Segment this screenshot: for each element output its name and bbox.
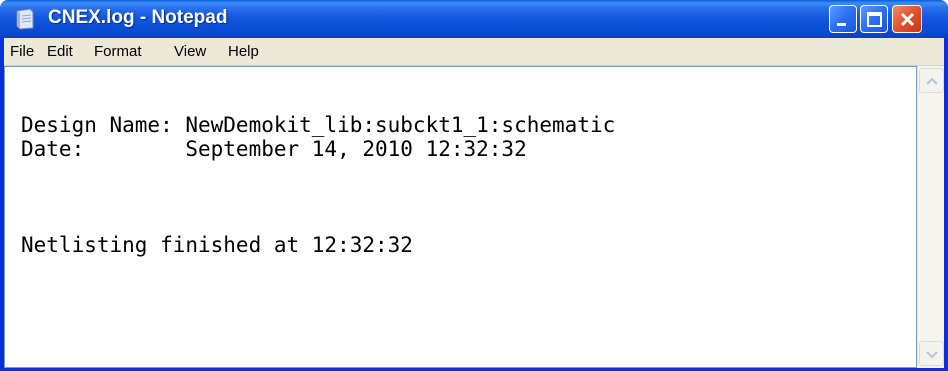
title-bar[interactable]: CNEX.log - Notepad (0, 0, 948, 38)
notepad-window: CNEX.log - Notepad File Edit Format View… (0, 0, 948, 371)
window-title: CNEX.log - Notepad (48, 7, 228, 28)
menu-format[interactable]: Format (94, 43, 142, 60)
close-button[interactable] (892, 5, 922, 33)
scroll-up-button[interactable] (919, 68, 944, 93)
menu-edit[interactable]: Edit (47, 43, 73, 60)
maximize-button[interactable] (860, 5, 888, 33)
scroll-up-arrow-icon (926, 77, 938, 85)
document-text[interactable]: Design Name: NewDemokit_lib:subckt1_1:sc… (21, 113, 911, 257)
close-icon (900, 12, 915, 27)
menu-help[interactable]: Help (228, 43, 259, 60)
minimize-button[interactable] (829, 5, 857, 33)
notepad-icon[interactable] (14, 8, 36, 30)
menu-bar: File Edit Format View Help (4, 38, 944, 66)
maximize-icon (867, 12, 882, 27)
vertical-scrollbar[interactable] (917, 66, 944, 368)
menu-file[interactable]: File (10, 43, 34, 60)
menu-view[interactable]: View (174, 43, 206, 60)
text-editor[interactable]: Design Name: NewDemokit_lib:subckt1_1:sc… (4, 66, 917, 368)
minimize-icon (837, 23, 846, 26)
scroll-down-arrow-icon (926, 351, 938, 359)
scroll-down-button[interactable] (919, 341, 944, 366)
